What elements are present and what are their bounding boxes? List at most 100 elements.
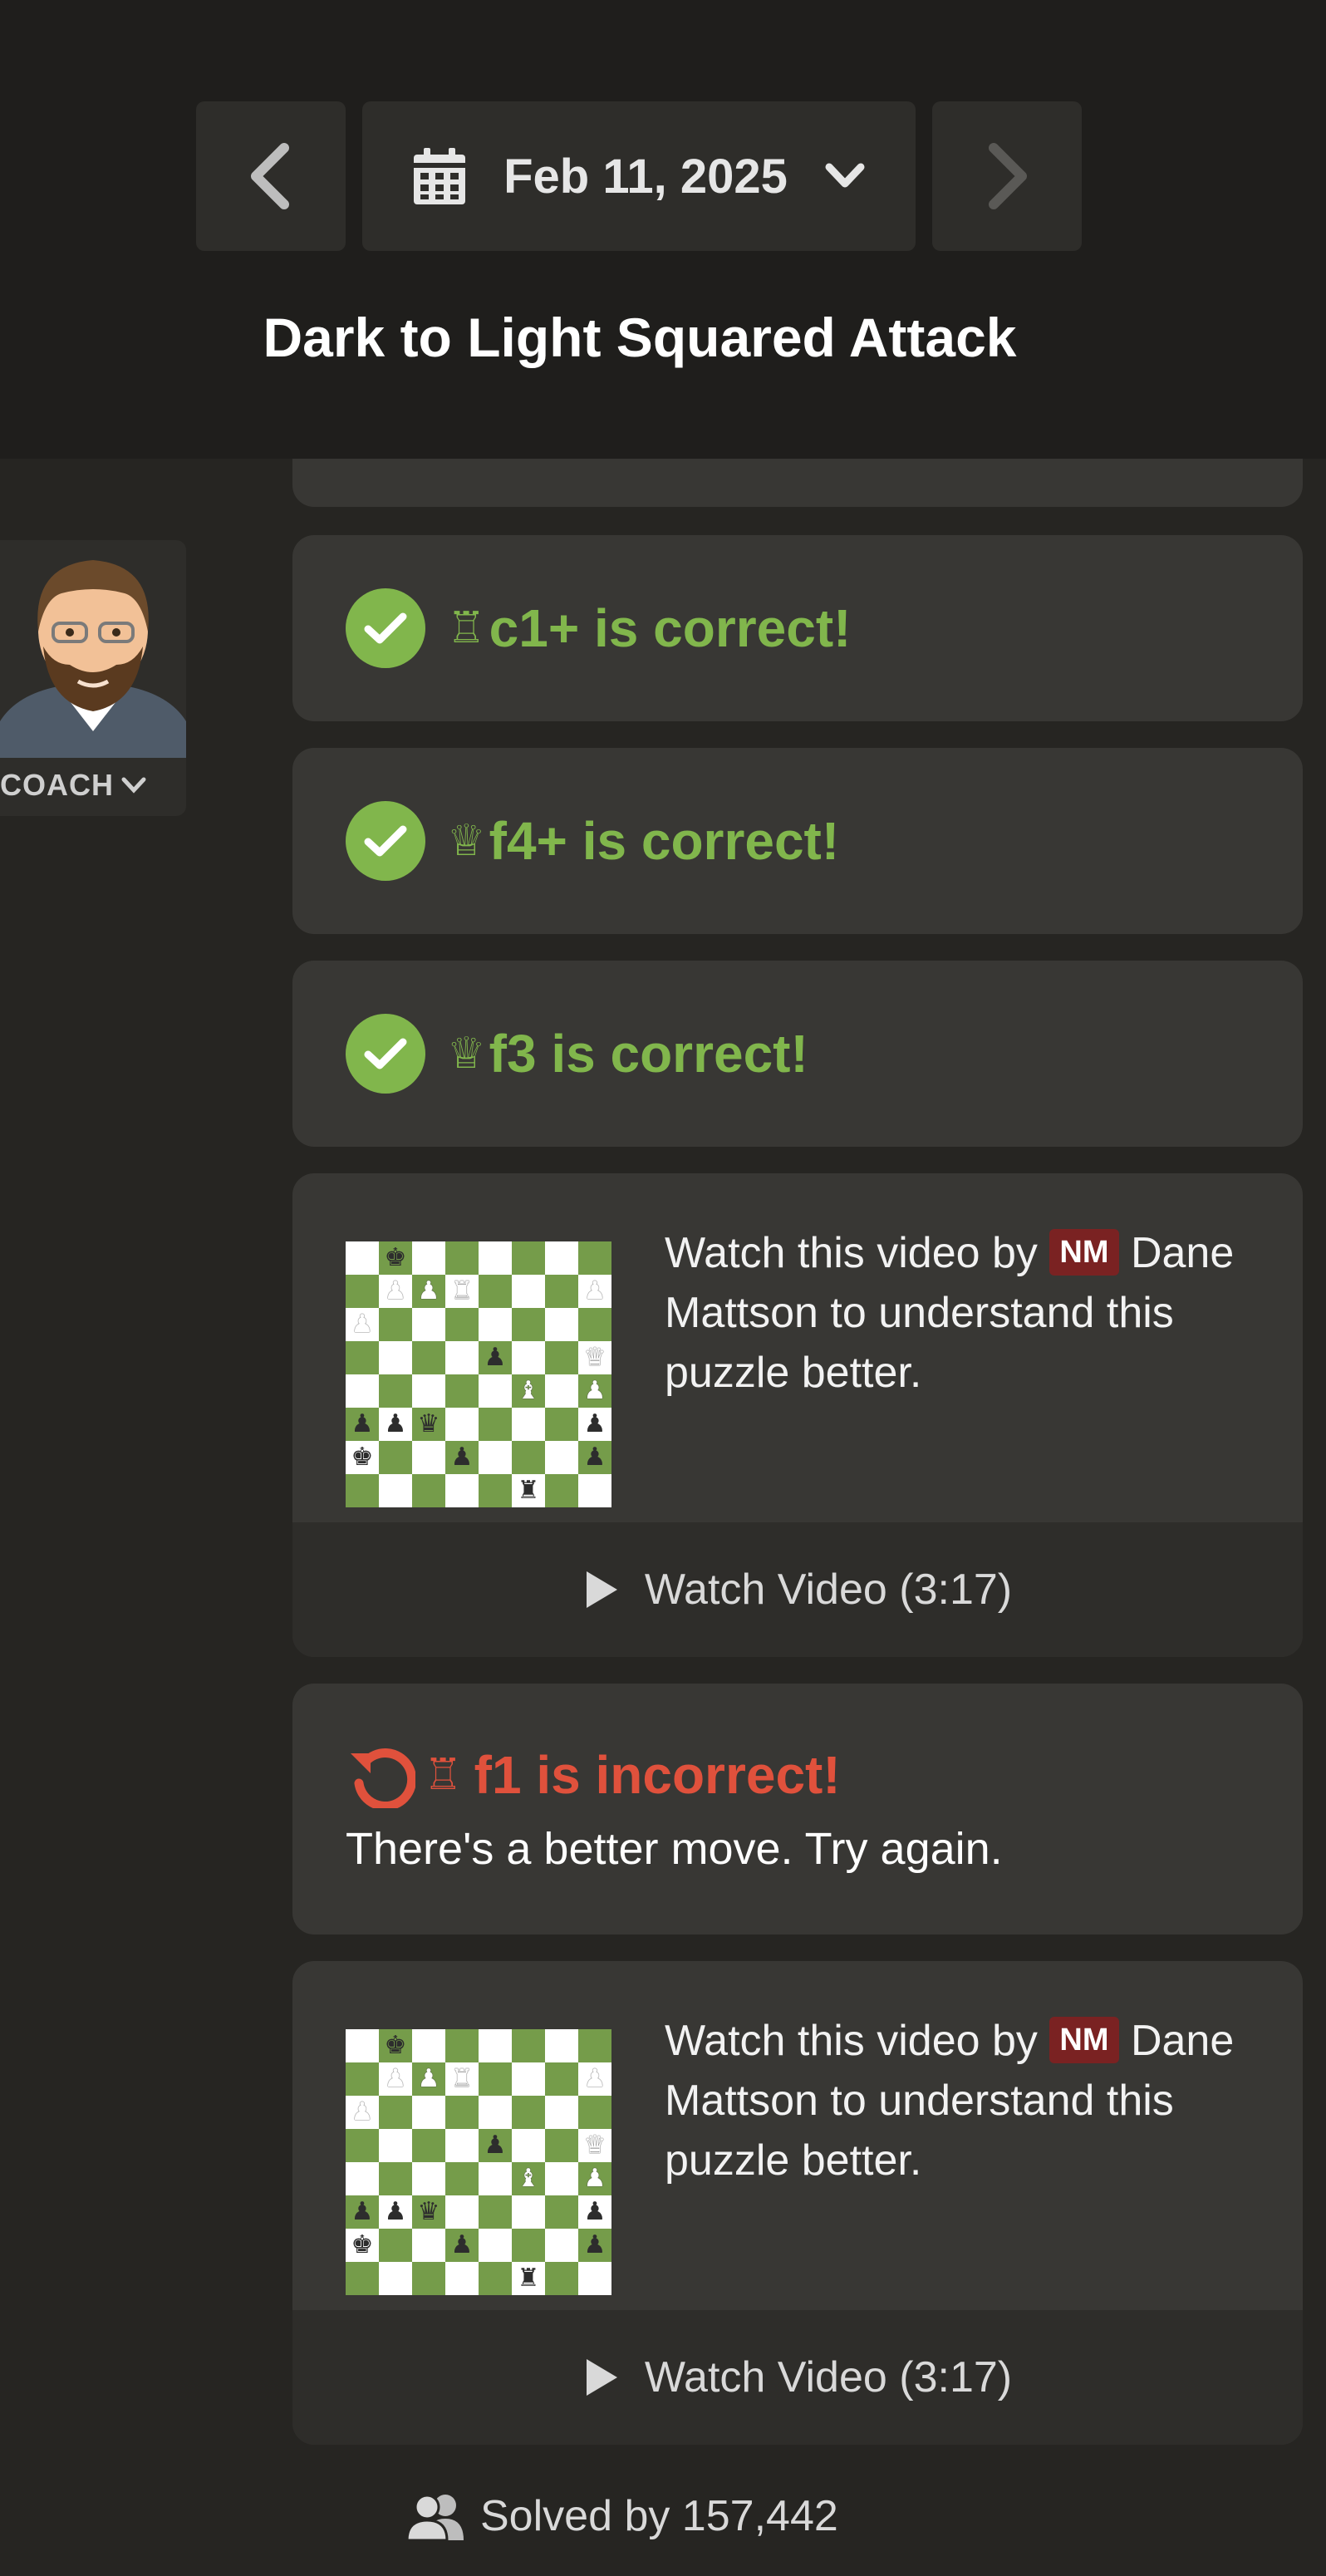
chess-piece-icon: ♟ — [384, 2064, 407, 2093]
board-square — [479, 1408, 512, 1441]
move-feedback-incorrect: ♖ f1 is incorrect! There's a better move… — [292, 1684, 1303, 1934]
board-square — [512, 1441, 545, 1474]
board-square — [379, 1474, 412, 1507]
board-square — [479, 1241, 512, 1275]
video-description: Watch this video by NM Dane Mattson to u… — [665, 2011, 1246, 2190]
chess-piece-icon: ♚ — [384, 1243, 407, 1272]
board-square: ♜ — [512, 2262, 545, 2295]
chess-piece-icon: ♟ — [583, 2064, 607, 2093]
board-square: ♟ — [479, 1341, 512, 1374]
board-square — [346, 1275, 379, 1308]
next-day-button[interactable] — [932, 101, 1082, 251]
board-square — [379, 2162, 412, 2195]
chess-piece-icon: ♜ — [517, 2264, 540, 2293]
board-square — [346, 1374, 379, 1408]
board-square: ♛ — [578, 2129, 611, 2162]
board-square — [379, 2262, 412, 2295]
board-square: ♜ — [445, 2062, 479, 2096]
board-square: ♟ — [379, 2195, 412, 2229]
watch-video-button[interactable]: Watch Video (3:17) — [292, 2310, 1303, 2445]
board-square: ♟ — [412, 1275, 445, 1308]
move-feedback-text: f4+ is correct! — [489, 811, 840, 871]
board-square — [412, 1308, 445, 1341]
board-square — [512, 1308, 545, 1341]
board-square: ♟ — [346, 2096, 379, 2129]
chess-piece-icon: ♟ — [384, 1276, 407, 1305]
board-square — [412, 2029, 445, 2062]
solved-count-text: Solved by 157,442 — [480, 2492, 838, 2540]
board-square — [578, 2029, 611, 2062]
date-picker-button[interactable]: Feb 11, 2025 — [362, 101, 916, 251]
board-square — [578, 1474, 611, 1507]
board-square: ♚ — [346, 1441, 379, 1474]
watch-video-button[interactable]: Watch Video (3:17) — [292, 1522, 1303, 1657]
coach-avatar — [0, 560, 186, 758]
move-feedback-text: f3 is correct! — [489, 1024, 808, 1084]
board-square — [578, 1308, 611, 1341]
board-square — [512, 2062, 545, 2096]
chess-piece-icon: ♟ — [450, 1443, 474, 1472]
board-square — [379, 1374, 412, 1408]
board-square — [379, 2129, 412, 2162]
board-square — [512, 2029, 545, 2062]
board-square — [346, 1474, 379, 1507]
board-square: ♟ — [412, 2062, 445, 2096]
board-square — [346, 2162, 379, 2195]
board-square — [379, 1308, 412, 1341]
board-square — [445, 2029, 479, 2062]
board-square — [545, 2062, 578, 2096]
board-square: ♜ — [445, 1275, 479, 1308]
chevron-right-icon — [989, 143, 1027, 209]
chess-piece-icon: ♟ — [351, 1409, 374, 1438]
board-square — [445, 2129, 479, 2162]
coach-label: COACH — [0, 768, 114, 802]
chess-piece-icon: ♛ — [417, 1409, 440, 1438]
chess-piece-icon: ♟ — [351, 1310, 374, 1339]
video-text-before: Watch this video by — [665, 1229, 1038, 1277]
board-square — [545, 1441, 578, 1474]
chess-piece-icon: ♛ — [417, 2197, 440, 2226]
board-square: ♟ — [578, 2162, 611, 2195]
chess-piece-icon: ♛ — [583, 1343, 607, 1372]
board-square — [545, 2195, 578, 2229]
board-square: ♛ — [412, 2195, 445, 2229]
chess-piece-icon: ♛ — [583, 2131, 607, 2160]
chess-piece-icon: ♚ — [351, 2230, 374, 2259]
board-square — [412, 1241, 445, 1275]
board-square — [346, 2062, 379, 2096]
chevron-left-icon — [251, 143, 289, 209]
move-feedback-correct: ♕ f4+ is correct! — [292, 748, 1303, 934]
board-square — [512, 1408, 545, 1441]
board-square: ♜ — [512, 1474, 545, 1507]
board-square — [578, 1241, 611, 1275]
queen-icon: ♕ — [447, 816, 486, 866]
move-feedback-correct: ♖ c1+ is correct! — [292, 535, 1303, 721]
board-square — [545, 2029, 578, 2062]
chess-piece-icon: ♟ — [484, 2131, 507, 2160]
chess-piece-icon: ♟ — [583, 2230, 607, 2259]
board-square: ♟ — [346, 1308, 379, 1341]
board-square: ♟ — [578, 1441, 611, 1474]
board-square: ♟ — [578, 2062, 611, 2096]
previous-day-button[interactable] — [196, 101, 346, 251]
coach-selector[interactable]: COACH — [0, 540, 186, 816]
chess-piece-icon: ♟ — [583, 1409, 607, 1438]
play-icon — [586, 1571, 617, 1608]
board-square — [412, 1341, 445, 1374]
board-square — [512, 2229, 545, 2262]
chess-piece-icon: ♟ — [417, 1276, 440, 1305]
board-square — [512, 1341, 545, 1374]
board-square — [412, 2129, 445, 2162]
board-square — [445, 1308, 479, 1341]
chess-board-thumbnail: ♚ ♟ ♟ ♜ ♟ ♟ ♟ ♛ ♝ ♟ ♟ ♟ ♛ ♟ ♚ ♟ ♟ ♜ — [346, 1241, 611, 1507]
board-square: ♟ — [445, 1441, 479, 1474]
board-square: ♟ — [379, 1408, 412, 1441]
board-square — [379, 1341, 412, 1374]
board-square: ♟ — [379, 2062, 412, 2096]
video-description: Watch this video by NM Dane Mattson to u… — [665, 1223, 1246, 1403]
board-square — [479, 1474, 512, 1507]
chess-piece-icon: ♟ — [583, 2164, 607, 2193]
users-icon — [405, 2494, 464, 2540]
rook-icon: ♖ — [424, 1750, 463, 1800]
board-square — [445, 1408, 479, 1441]
